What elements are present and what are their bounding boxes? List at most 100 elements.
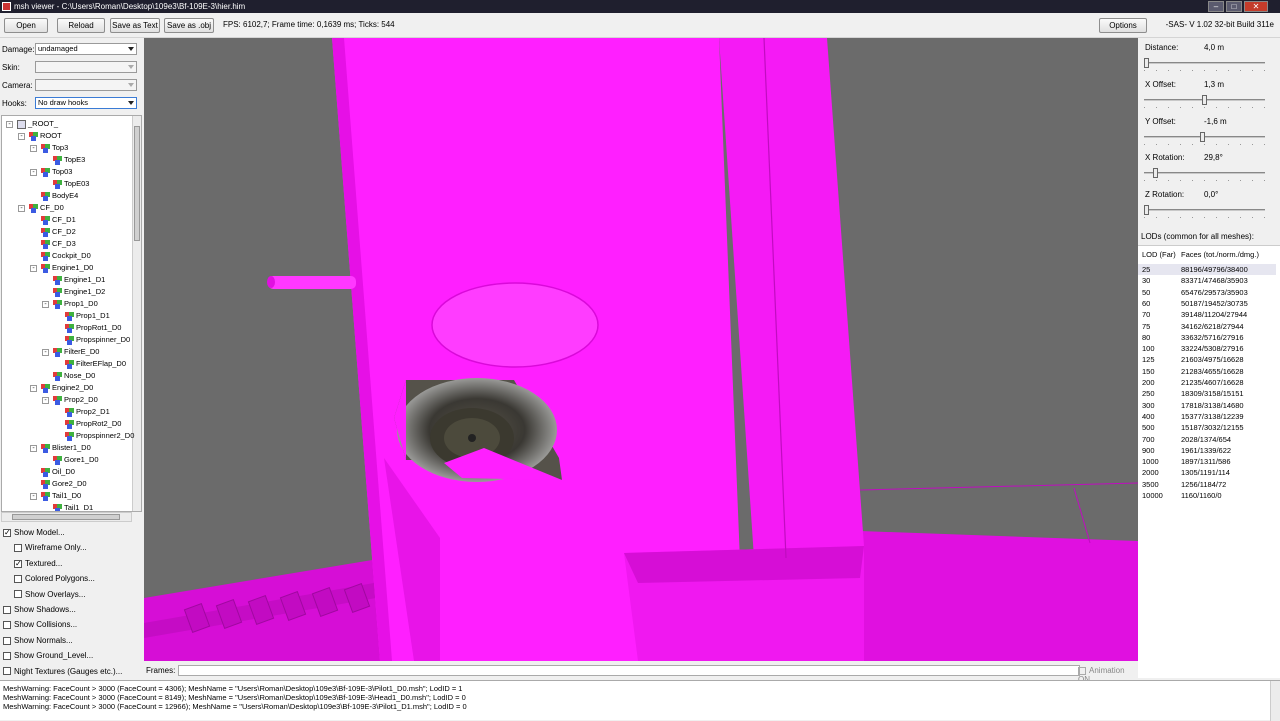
lod-row[interactable]: 10000 1160/1160/0 [1138, 490, 1276, 501]
slider-thumb[interactable] [1144, 205, 1149, 216]
reload-button[interactable]: Reload [57, 18, 105, 33]
tree-expander-icon[interactable]: - [30, 445, 37, 452]
tree-item[interactable]: Top03 [41, 166, 72, 178]
tree-item[interactable]: Nose_D0 [53, 370, 95, 382]
tree-item[interactable]: BodyE4 [41, 190, 78, 202]
checkbox-icon[interactable] [14, 590, 22, 599]
hooks-select[interactable]: No draw hooks [35, 97, 137, 109]
tree-expander-icon[interactable]: - [30, 385, 37, 392]
slider-track[interactable] [1144, 168, 1265, 179]
open-button[interactable]: Open [4, 18, 48, 33]
tree-item[interactable]: Gore1_D0 [53, 454, 99, 466]
tree-item[interactable]: FilterEFlap_D0 [65, 358, 126, 370]
tree-vertical-scrollbar[interactable] [132, 116, 141, 511]
checkbox-option[interactable]: ✓ Textured... [14, 558, 62, 569]
checkbox-option[interactable]: Show Normals... [3, 635, 73, 646]
tree-item[interactable]: Blister1_D0 [41, 442, 91, 454]
tree-item[interactable]: ROOT [29, 130, 62, 142]
tree-expander-icon[interactable]: - [18, 133, 25, 140]
log-scrollbar[interactable] [1270, 681, 1280, 721]
tree-item[interactable]: Prop2_D0 [53, 394, 98, 406]
tree-horizontal-scrollbar[interactable] [1, 512, 132, 522]
slider-track[interactable] [1144, 58, 1265, 68]
tree-item[interactable]: TopE03 [53, 178, 89, 190]
tree-item[interactable]: CF_D3 [41, 238, 76, 250]
lod-row[interactable]: 2000 1305/1191/114 [1138, 467, 1276, 478]
checkbox-option[interactable]: Show Shadows... [3, 604, 76, 615]
save-as-text-button[interactable]: Save as Text [110, 18, 160, 33]
tree-expander-icon[interactable]: - [6, 121, 13, 128]
tree-item[interactable]: _ROOT_ [17, 118, 58, 130]
tree-expander-icon[interactable]: - [30, 145, 37, 152]
checkbox-option[interactable]: Colored Polygons... [14, 573, 95, 584]
slider-thumb[interactable] [1153, 168, 1158, 179]
save-as-obj-button[interactable]: Save as .obj [164, 18, 214, 33]
lod-row[interactable]: 400 15377/3138/12239 [1138, 411, 1276, 422]
slider-thumb[interactable] [1202, 94, 1207, 105]
checkbox-option[interactable]: Show Overlays... [14, 589, 85, 600]
slider-track[interactable] [1144, 131, 1265, 142]
lod-row[interactable]: 700 2028/1374/654 [1138, 434, 1276, 445]
lod-row[interactable]: 200 21235/4607/16628 [1138, 377, 1276, 388]
tree-item[interactable]: Propspinner2_D0 [65, 430, 134, 442]
lod-row[interactable]: 60 50187/19452/30735 [1138, 298, 1276, 309]
tree-item[interactable]: CF_D0 [29, 202, 64, 214]
checkbox-option[interactable]: ✓ Show Model... [3, 527, 65, 538]
frames-slider[interactable] [178, 665, 1080, 676]
tree-item[interactable]: Engine2_D0 [41, 382, 93, 394]
checkbox-icon[interactable] [14, 575, 22, 584]
tree-expander-icon[interactable]: - [42, 349, 49, 356]
mesh-tree[interactable]: - _ROOT_ - ROOT - Top3 TopE3- Top03 TopE03 BodyE4… [1, 115, 142, 512]
checkbox-option[interactable]: Wireframe Only... [14, 542, 87, 553]
tree-expander-icon[interactable]: - [42, 301, 49, 308]
checkbox-option[interactable]: Night Textures (Gauges etc.)... [3, 666, 122, 677]
tree-item[interactable]: PropRot2_D0 [65, 418, 121, 430]
checkbox-icon[interactable] [3, 621, 11, 630]
checkbox-icon[interactable] [3, 652, 11, 661]
tree-expander-icon[interactable]: - [42, 397, 49, 404]
tree-item[interactable]: CF_D1 [41, 214, 76, 226]
lod-row[interactable]: 125 21603/4975/16628 [1138, 354, 1276, 365]
lod-row[interactable]: 900 1961/1339/622 [1138, 445, 1276, 456]
tree-item[interactable]: Engine1_D0 [41, 262, 93, 274]
lod-row[interactable]: 50 65476/29573/35903 [1138, 287, 1276, 298]
lod-row[interactable]: 1000 1897/1311/586 [1138, 456, 1276, 467]
options-button[interactable]: Options [1099, 18, 1147, 33]
tree-item[interactable]: Prop2_D1 [65, 406, 110, 418]
damage-select[interactable]: undamaged [35, 43, 137, 55]
tree-item[interactable]: CF_D2 [41, 226, 76, 238]
tree-item[interactable]: FilterE_D0 [53, 346, 99, 358]
lod-row[interactable]: 100 33224/5308/27916 [1138, 343, 1276, 354]
tree-item[interactable]: TopE3 [53, 154, 85, 166]
tree-item[interactable]: Gore2_D0 [41, 478, 87, 490]
tree-item[interactable]: Propspinner_D0 [65, 334, 130, 346]
tree-item[interactable]: Prop1_D1 [65, 310, 110, 322]
checkbox-icon[interactable] [3, 667, 11, 676]
tree-expander-icon[interactable]: - [30, 493, 37, 500]
maximize-icon[interactable]: □ [1226, 1, 1242, 12]
lod-row[interactable]: 250 18309/3158/15151 [1138, 388, 1276, 399]
checkbox-icon[interactable] [14, 544, 22, 553]
camera-select[interactable] [35, 79, 137, 91]
checkmark-icon[interactable]: ✓ [14, 559, 22, 568]
checkbox-icon[interactable] [3, 605, 11, 614]
close-icon[interactable]: ✕ [1244, 1, 1268, 12]
slider-track[interactable] [1144, 94, 1265, 105]
lod-row[interactable]: 30 83371/47468/35903 [1138, 275, 1276, 286]
tree-item[interactable]: Prop1_D0 [53, 298, 98, 310]
tree-item[interactable]: Tail1_D1 [53, 502, 93, 511]
tree-expander-icon[interactable]: - [30, 265, 37, 272]
tree-item[interactable]: Top3 [41, 142, 68, 154]
tree-item[interactable]: Engine1_D2 [53, 286, 105, 298]
lod-row[interactable]: 300 17818/3138/14680 [1138, 400, 1276, 411]
lod-row[interactable]: 500 15187/3032/12155 [1138, 422, 1276, 433]
lod-row[interactable]: 25 88196/49796/38400 [1138, 264, 1276, 275]
lod-table[interactable]: LOD (Far) Faces (tot./norm./dmg.) 25 8819… [1138, 245, 1280, 678]
lod-row[interactable]: 75 34162/6218/27944 [1138, 321, 1276, 332]
tree-item[interactable]: Oil_D0 [41, 466, 75, 478]
checkbox-option[interactable]: Show Ground_Level... [3, 650, 93, 661]
lod-row[interactable]: 80 33632/5716/27916 [1138, 332, 1276, 343]
lod-row[interactable]: 70 39148/11204/27944 [1138, 309, 1276, 320]
lod-row[interactable]: 3500 1256/1184/72 [1138, 479, 1276, 490]
checkmark-icon[interactable]: ✓ [3, 528, 11, 537]
